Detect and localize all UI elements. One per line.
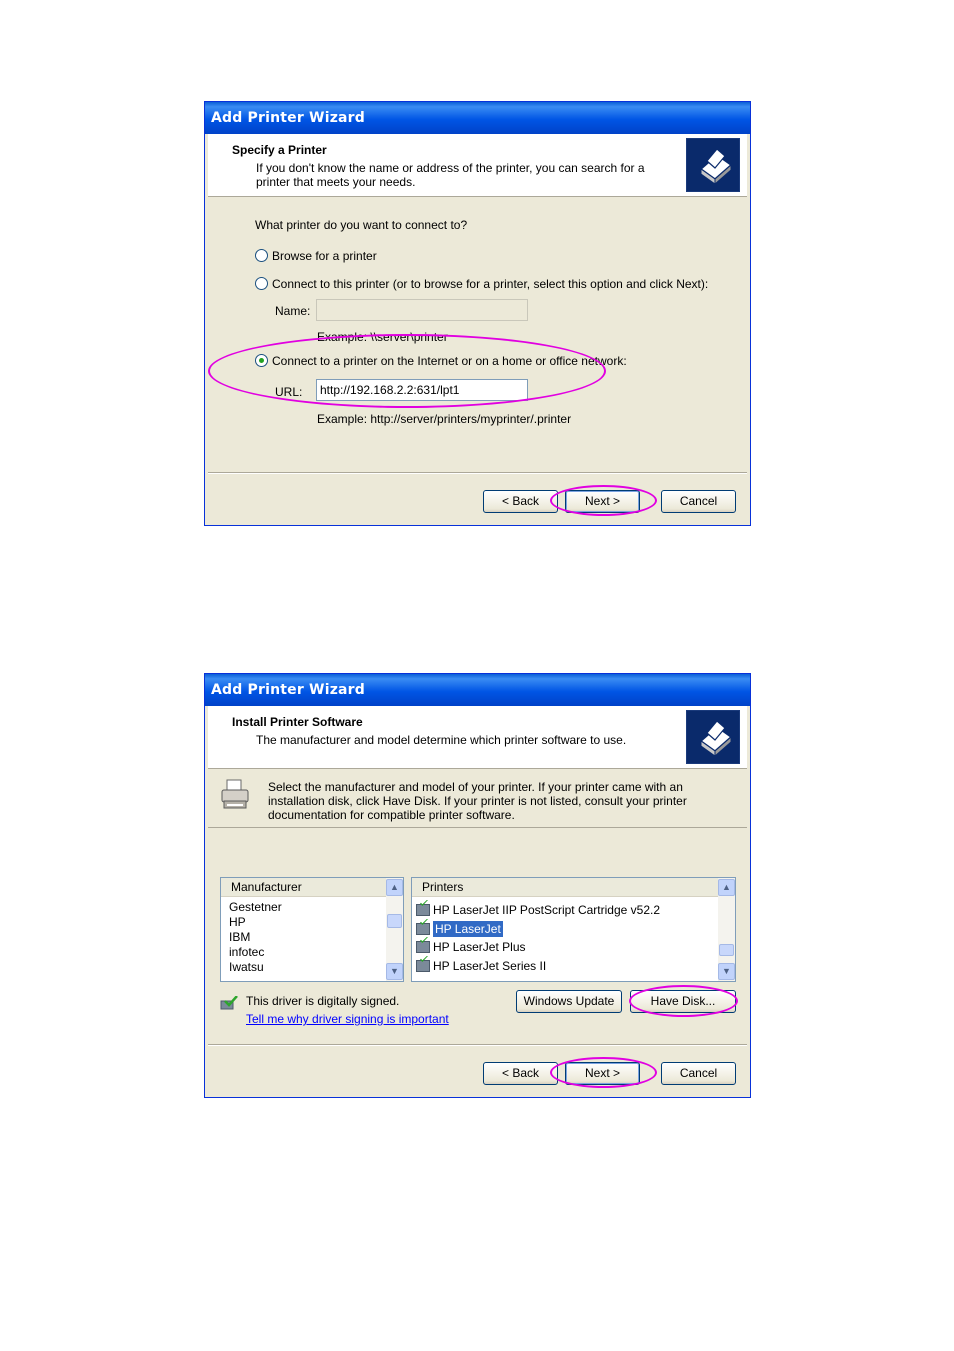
printer-icon <box>218 777 254 813</box>
driver-signing-link[interactable]: Tell me why driver signing is important <box>246 1012 449 1026</box>
list-item[interactable]: HP <box>229 915 246 930</box>
annotation-ellipse-have-disk <box>629 985 738 1017</box>
signed-driver-icon <box>220 995 238 1010</box>
scroll-up-icon[interactable]: ▲ <box>386 879 403 896</box>
list-item[interactable]: Gestetner <box>229 900 282 915</box>
radio-connect-name[interactable] <box>255 277 268 290</box>
name-label: Name: <box>275 304 311 318</box>
window-title[interactable]: Add Printer Wizard <box>205 674 750 706</box>
add-printer-wizard-dialog-install: Add Printer Wizard Install Printer Softw… <box>204 673 751 1098</box>
list-item[interactable]: HP LaserJet Series II <box>416 957 546 975</box>
annotation-ellipse-next <box>550 1057 657 1088</box>
button-separator <box>208 472 747 474</box>
page-title: Install Printer Software <box>232 715 363 729</box>
url-example: Example: http://server/printers/myprinte… <box>317 412 572 426</box>
scroll-up-icon[interactable]: ▲ <box>718 879 735 896</box>
list-item[interactable]: HP LaserJet Plus <box>416 938 526 956</box>
windows-update-button[interactable]: Windows Update <box>516 990 622 1013</box>
question-label: What printer do you want to connect to? <box>255 218 468 232</box>
scroll-thumb[interactable] <box>387 914 402 928</box>
signed-driver-text: This driver is digitally signed. <box>246 994 400 1008</box>
instructions-panel: Select the manufacturer and model of you… <box>208 769 747 828</box>
signed-printer-icon <box>416 941 430 953</box>
annotation-ellipse-next <box>550 485 657 516</box>
page-description: If you don't know the name or address of… <box>256 161 645 189</box>
list-item[interactable]: IBM <box>229 930 250 945</box>
page-title: Specify a Printer <box>232 143 327 157</box>
page-description: The manufacturer and model determine whi… <box>256 733 627 747</box>
scroll-thumb[interactable] <box>719 944 734 956</box>
add-printer-wizard-dialog-specify: Add Printer Wizard Specify a Printer If … <box>204 101 751 526</box>
printers-scrollbar[interactable]: ▲ ▼ <box>718 878 735 981</box>
manufacturer-scrollbar[interactable]: ▲ ▼ <box>386 878 403 981</box>
list-item-selected[interactable]: HP LaserJet <box>416 920 504 938</box>
list-item[interactable]: HP LaserJet IIP PostScript Cartridge v52… <box>416 901 660 919</box>
back-button[interactable]: < Back <box>483 1062 558 1085</box>
instructions-text: Select the manufacturer and model of you… <box>268 780 687 822</box>
printer-wizard-icon <box>686 710 740 764</box>
back-button[interactable]: < Back <box>483 490 558 513</box>
manufacturer-header[interactable]: Manufacturer <box>221 878 386 897</box>
printer-wizard-icon <box>686 138 740 192</box>
list-item[interactable]: infotec <box>229 945 264 960</box>
radio-browse[interactable] <box>255 249 268 262</box>
wizard-header: Specify a Printer If you don't know the … <box>208 134 747 197</box>
scroll-down-icon[interactable]: ▼ <box>386 963 403 980</box>
radio-connect-name-label[interactable]: Connect to this printer (or to browse fo… <box>272 277 708 291</box>
cancel-button[interactable]: Cancel <box>661 1062 736 1085</box>
list-item[interactable]: Iwatsu <box>229 960 264 975</box>
wizard-header: Install Printer Software The manufacture… <box>208 706 747 769</box>
manufacturer-list[interactable]: Manufacturer Gestetner HP IBM infotec Iw… <box>220 877 404 982</box>
window-title[interactable]: Add Printer Wizard <box>205 102 750 134</box>
signed-printer-icon <box>416 960 430 972</box>
printers-list[interactable]: Printers HP LaserJet IIP PostScript Cart… <box>411 877 736 982</box>
button-separator <box>208 1044 747 1046</box>
name-field[interactable] <box>316 299 528 321</box>
radio-browse-label[interactable]: Browse for a printer <box>272 249 377 263</box>
driver-signing-link-text[interactable]: Tell me why driver signing is important <box>246 1012 449 1026</box>
printers-header[interactable]: Printers <box>412 878 718 897</box>
signed-printer-icon <box>416 904 430 916</box>
cancel-button[interactable]: Cancel <box>661 490 736 513</box>
scroll-down-icon[interactable]: ▼ <box>718 963 735 980</box>
signed-printer-icon <box>416 923 430 935</box>
annotation-ellipse-url <box>208 334 606 408</box>
